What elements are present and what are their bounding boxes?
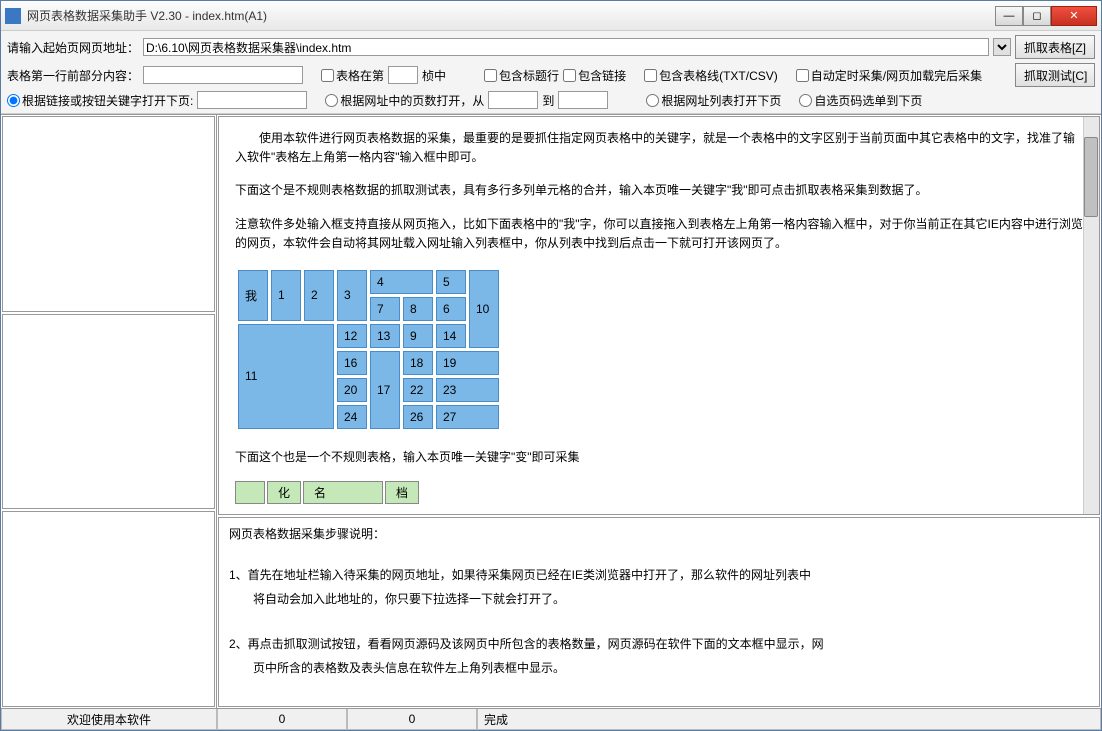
right-column: 使用本软件进行网页表格数据的采集，最重要的是要抓住指定网页表格中的关键字，就是一… — [217, 115, 1101, 708]
include-grid-check[interactable]: 包含表格线(TXT/CSV) — [644, 67, 778, 84]
status-welcome: 欢迎使用本软件 — [1, 709, 217, 730]
grab-test-button[interactable]: 抓取测试[C] — [1015, 63, 1095, 87]
content-p4: 下面这个也是一个不规则表格，输入本页唯一关键字"变"即可采集 — [235, 448, 1083, 467]
radio-link-keyword[interactable]: 根据链接或按钮关键字打开下页: — [7, 92, 193, 109]
table-at-check[interactable]: 表格在第 — [321, 67, 384, 84]
help-step: 1、首先在地址栏输入待采集的网页地址，如果待采集网页已经在IE类浏览器中打开了，… — [229, 565, 1089, 585]
statusbar: 欢迎使用本软件 0 0 完成 — [1, 708, 1101, 730]
table-at-input[interactable] — [388, 66, 418, 84]
url-input[interactable] — [143, 38, 989, 56]
table-cell: 8 — [403, 297, 433, 321]
table-cell: 27 — [436, 405, 499, 429]
table-cell: 14 — [436, 324, 466, 348]
table-cell: 20 — [337, 378, 367, 402]
include-link-check[interactable]: 包含链接 — [563, 67, 626, 84]
main-area: 使用本软件进行网页表格数据的采集，最重要的是要抓住指定网页表格中的关键字，就是一… — [1, 114, 1101, 708]
help-step: 2、再点击抓取测试按钮，看看网页源码及该网页中所包含的表格数量，网页源码在软件下… — [229, 634, 1089, 654]
toolbar: 请输入起始页网页地址： 抓取表格[Z] 表格第一行前部分内容： 表格在第 桢中 … — [1, 31, 1101, 114]
content-pane[interactable]: 使用本软件进行网页表格数据的采集，最重要的是要抓住指定网页表格中的关键字，就是一… — [218, 116, 1100, 515]
maximize-button[interactable]: ◻ — [1023, 6, 1051, 26]
content-scrollbar[interactable] — [1083, 117, 1099, 514]
green-cell: 档 — [385, 481, 419, 504]
first-row-label: 表格第一行前部分内容： — [7, 67, 139, 84]
page-to-label: 到 — [542, 92, 554, 109]
help-step: 页中所含的表格数及表头信息在软件左上角列表框中显示。 — [229, 658, 1089, 678]
auto-timer-check[interactable]: 自动定时采集/网页加载完后采集 — [796, 67, 982, 84]
status-done: 完成 — [477, 709, 1101, 730]
table-cell: 5 — [436, 270, 466, 294]
table-cell: 17 — [370, 351, 400, 429]
page-from-input[interactable] — [488, 91, 538, 109]
table-cell: 3 — [337, 270, 367, 321]
titlebar[interactable]: 网页表格数据采集助手 V2.30 - index.htm(A1) — ◻ ✕ — [1, 1, 1101, 31]
left-column — [1, 115, 217, 708]
green-table: 化 名 档 — [235, 481, 1083, 504]
table-cell: 2 — [304, 270, 334, 321]
app-icon — [5, 8, 21, 24]
url-dropdown[interactable] — [993, 38, 1011, 56]
demo-table: 我 1 2 3 4 5 10 7 8 6 11 — [235, 267, 502, 432]
table-cell: 16 — [337, 351, 367, 375]
content-p3: 注意软件多处输入框支持直接从网页拖入，比如下面表格中的"我"字，你可以直接拖入到… — [235, 215, 1083, 253]
green-cell: 化 — [267, 481, 301, 504]
help-step: 3、从表格数列表中选择你要抓取的表格，此时表格左上角第一格文字将显示在软件的表格… — [229, 703, 1089, 707]
radio-page-select[interactable]: 自选页码选单到下页 — [799, 92, 922, 109]
left-box-2[interactable] — [2, 314, 215, 510]
scrollbar-thumb[interactable] — [1084, 137, 1098, 217]
table-cell: 9 — [403, 324, 433, 348]
green-cell: 名 — [303, 481, 383, 504]
page-to-input[interactable] — [558, 91, 608, 109]
content-p1: 使用本软件进行网页表格数据的采集，最重要的是要抓住指定网页表格中的关键字，就是一… — [235, 129, 1083, 167]
table-cell: 24 — [337, 405, 367, 429]
green-cell-empty — [235, 481, 265, 504]
table-cell: 4 — [370, 270, 433, 294]
close-button[interactable]: ✕ — [1051, 6, 1097, 26]
radio-url-list[interactable]: 根据网址列表打开下页 — [646, 92, 781, 109]
table-cell: 11 — [238, 324, 334, 429]
table-cell: 23 — [436, 378, 499, 402]
first-row-input[interactable] — [143, 66, 303, 84]
left-box-1[interactable] — [2, 116, 215, 312]
table-cell: 22 — [403, 378, 433, 402]
table-cell: 13 — [370, 324, 400, 348]
table-at-suffix: 桢中 — [422, 67, 446, 84]
table-cell: 6 — [436, 297, 466, 321]
status-count2: 0 — [347, 709, 477, 730]
app-window: 网页表格数据采集助手 V2.30 - index.htm(A1) — ◻ ✕ 请… — [0, 0, 1102, 731]
radio-page-number[interactable]: 根据网址中的页数打开，从 — [325, 92, 484, 109]
include-title-check[interactable]: 包含标题行 — [484, 67, 559, 84]
table-cell: 10 — [469, 270, 499, 348]
help-title: 网页表格数据采集步骤说明： — [229, 524, 1089, 544]
table-cell: 26 — [403, 405, 433, 429]
minimize-button[interactable]: — — [995, 6, 1023, 26]
table-cell: 19 — [436, 351, 499, 375]
table-cell: 我 — [238, 270, 268, 321]
link-keyword-input[interactable] — [197, 91, 307, 109]
table-cell: 18 — [403, 351, 433, 375]
table-cell: 12 — [337, 324, 367, 348]
window-title: 网页表格数据采集助手 V2.30 - index.htm(A1) — [27, 7, 995, 24]
grab-table-button[interactable]: 抓取表格[Z] — [1015, 35, 1095, 59]
help-step: 将自动会加入此地址的，你只要下拉选择一下就会打开了。 — [229, 589, 1089, 609]
table-cell: 1 — [271, 270, 301, 321]
table-cell: 7 — [370, 297, 400, 321]
window-controls: — ◻ ✕ — [995, 6, 1097, 26]
url-label: 请输入起始页网页地址： — [7, 39, 139, 56]
status-count1: 0 — [217, 709, 347, 730]
left-box-3[interactable] — [2, 511, 215, 707]
help-pane[interactable]: 网页表格数据采集步骤说明： 1、首先在地址栏输入待采集的网页地址，如果待采集网页… — [218, 517, 1100, 707]
content-p2: 下面这个是不规则表格数据的抓取测试表，具有多行多列单元格的合并，输入本页唯一关键… — [235, 181, 1083, 200]
